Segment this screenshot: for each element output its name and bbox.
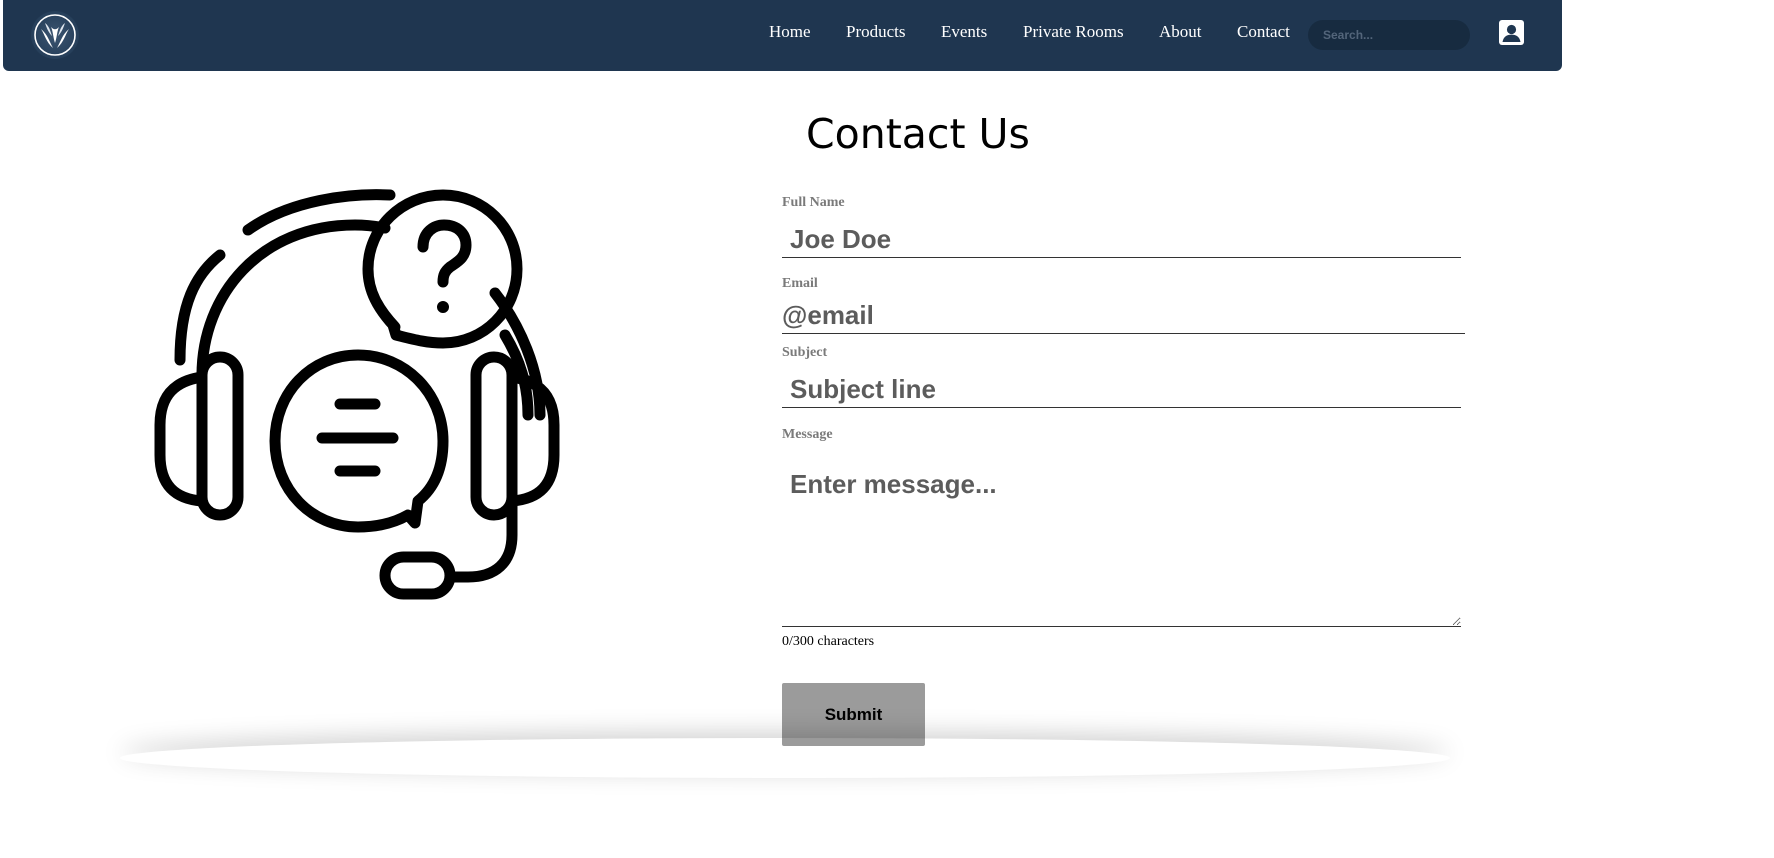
nav-item-events[interactable]: Events xyxy=(941,22,987,42)
email-field[interactable] xyxy=(782,297,1465,334)
footer-shadow xyxy=(120,738,1450,778)
message-textarea[interactable] xyxy=(782,455,1461,627)
page-title: Contact Us xyxy=(806,110,1030,158)
navbar: Home Products Events Private Rooms About… xyxy=(3,0,1562,71)
full-name-input[interactable] xyxy=(782,221,1461,258)
full-name-label: Full Name xyxy=(782,195,845,210)
character-counter: 0/300 characters xyxy=(782,634,875,649)
subject-label: Subject xyxy=(782,345,828,360)
nav-item-products[interactable]: Products xyxy=(846,22,906,42)
nav-item-private-rooms[interactable]: Private Rooms xyxy=(1023,22,1124,42)
email-label: Email xyxy=(782,276,818,291)
account-icon[interactable] xyxy=(1499,20,1524,45)
submit-button[interactable]: Submit xyxy=(782,683,925,746)
message-label: Message xyxy=(782,427,833,442)
nav-item-about[interactable]: About xyxy=(1159,22,1202,42)
nav-item-contact[interactable]: Contact xyxy=(1237,22,1290,42)
nav-item-home[interactable]: Home xyxy=(769,22,811,42)
headset-support-icon xyxy=(150,185,570,610)
subject-input[interactable] xyxy=(782,371,1461,408)
wing-logo-icon[interactable] xyxy=(31,11,79,59)
search-input[interactable] xyxy=(1308,20,1470,50)
